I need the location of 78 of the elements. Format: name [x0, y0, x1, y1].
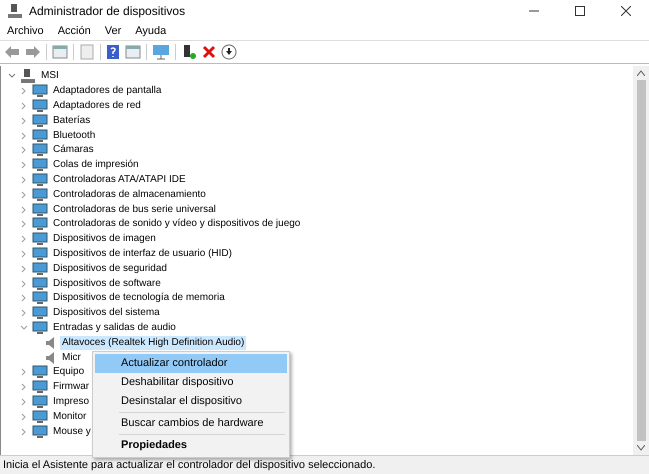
- speaker-icon: [45, 350, 57, 365]
- device-icon: [32, 291, 48, 306]
- forward-icon[interactable]: [25, 45, 41, 59]
- tree-item[interactable]: Baterías: [51, 114, 92, 128]
- panel-icon[interactable]: [52, 45, 68, 59]
- tree-item[interactable]: Dispositivos del sistema: [51, 306, 162, 320]
- tree-item[interactable]: Dispositivos de seguridad: [51, 262, 169, 276]
- menu-item[interactable]: Archivo: [7, 25, 44, 37]
- status-text: Inicia el Asistente para actualizar el controlador del dispositivo seleccionado.: [3, 459, 376, 471]
- context-menu-item[interactable]: Desinstalar el dispositivo: [95, 392, 287, 411]
- device-icon: [32, 276, 48, 291]
- close-icon[interactable]: [621, 6, 631, 16]
- context-menu-item[interactable]: Actualizar controlador: [95, 354, 287, 373]
- context-menu-item[interactable]: Propiedades: [95, 436, 287, 455]
- device-icon: [32, 262, 48, 276]
- device-icon: [32, 143, 48, 158]
- monitor-icon[interactable]: [152, 44, 170, 60]
- back-icon[interactable]: [4, 45, 20, 59]
- device-icon: [32, 365, 48, 380]
- tree-item[interactable]: Monitor: [51, 410, 88, 424]
- computer-icon: [20, 68, 36, 84]
- tree-item[interactable]: Dispositivos de tecnología de memoria: [51, 291, 227, 306]
- device-icon: [32, 424, 48, 439]
- tree-item[interactable]: Cámaras: [51, 143, 96, 158]
- tree-item[interactable]: Adaptadores de red: [51, 98, 143, 113]
- context-menu-item[interactable]: Buscar cambios de hardware: [95, 414, 287, 433]
- tree-item[interactable]: Adaptadores de pantalla: [51, 84, 164, 98]
- menu-item[interactable]: Ayuda: [135, 25, 166, 37]
- device-icon: [32, 114, 48, 128]
- scroll-up-icon[interactable]: [637, 70, 645, 76]
- menu-item[interactable]: Acción: [58, 25, 91, 37]
- panel-icon[interactable]: [125, 45, 141, 59]
- tree-item[interactable]: Colas de impresión: [51, 158, 141, 172]
- device-icon: [32, 172, 48, 187]
- tree-item[interactable]: Mouse y: [51, 424, 93, 439]
- window-title: Administrador de dispositivos: [29, 4, 186, 18]
- device-icon: [32, 158, 48, 172]
- device-add-icon[interactable]: [181, 44, 197, 60]
- tree-item[interactable]: Equipo: [51, 365, 86, 380]
- device-icon: [32, 380, 48, 394]
- menu-item[interactable]: Ver: [104, 25, 122, 37]
- tree-item[interactable]: Dispositivos de imagen: [51, 232, 158, 246]
- scrollbar[interactable]: [633, 66, 649, 455]
- device-icon: [32, 306, 48, 320]
- tree-item[interactable]: Altavoces (Realtek High Definition Audio): [60, 336, 246, 350]
- context-menu-item[interactable]: Deshabilitar dispositivo: [95, 373, 287, 392]
- device-icon: [32, 232, 48, 246]
- scroll-thumb[interactable]: [636, 80, 646, 441]
- tree-item[interactable]: Dispositivos de software: [51, 276, 163, 291]
- tree-item[interactable]: Controladoras de bus serie universal: [51, 202, 218, 217]
- device-icon: [32, 217, 48, 232]
- tree-item[interactable]: Controladoras de almacenamiento: [51, 188, 208, 202]
- speaker-icon: [45, 336, 57, 350]
- tree-item[interactable]: Controladoras de sonido y vídeo y dispositivos de juego: [51, 217, 302, 232]
- maximize-icon[interactable]: [575, 6, 585, 16]
- device-icon: [32, 188, 48, 202]
- device-icon: [32, 246, 48, 261]
- tree-item[interactable]: Firmwar: [51, 380, 92, 394]
- scroll-down-icon[interactable]: [637, 445, 645, 451]
- device-icon: [32, 320, 48, 335]
- properties-icon[interactable]: [79, 44, 95, 60]
- help-icon[interactable]: [106, 44, 120, 60]
- device-icon: [32, 410, 48, 424]
- device-icon: [32, 394, 48, 409]
- tree-item[interactable]: Controladoras ATA/ATAPI IDE: [51, 172, 188, 187]
- tree-item[interactable]: Dispositivos de interfaz de usuario (HID): [51, 246, 234, 261]
- computer-icon: [7, 3, 23, 19]
- tree-item[interactable]: MSI: [39, 69, 61, 84]
- tree-item[interactable]: Micr: [60, 350, 83, 365]
- device-icon: [32, 84, 48, 98]
- device-icon: [32, 128, 48, 143]
- tree-item[interactable]: Entradas y salidas de audio: [51, 320, 178, 335]
- device-icon: [32, 202, 48, 217]
- tree-item[interactable]: Bluetooth: [51, 128, 98, 143]
- tree-item[interactable]: Impreso: [51, 394, 92, 409]
- delete-icon[interactable]: [202, 45, 216, 59]
- download-icon[interactable]: [221, 44, 237, 60]
- device-icon: [32, 98, 48, 113]
